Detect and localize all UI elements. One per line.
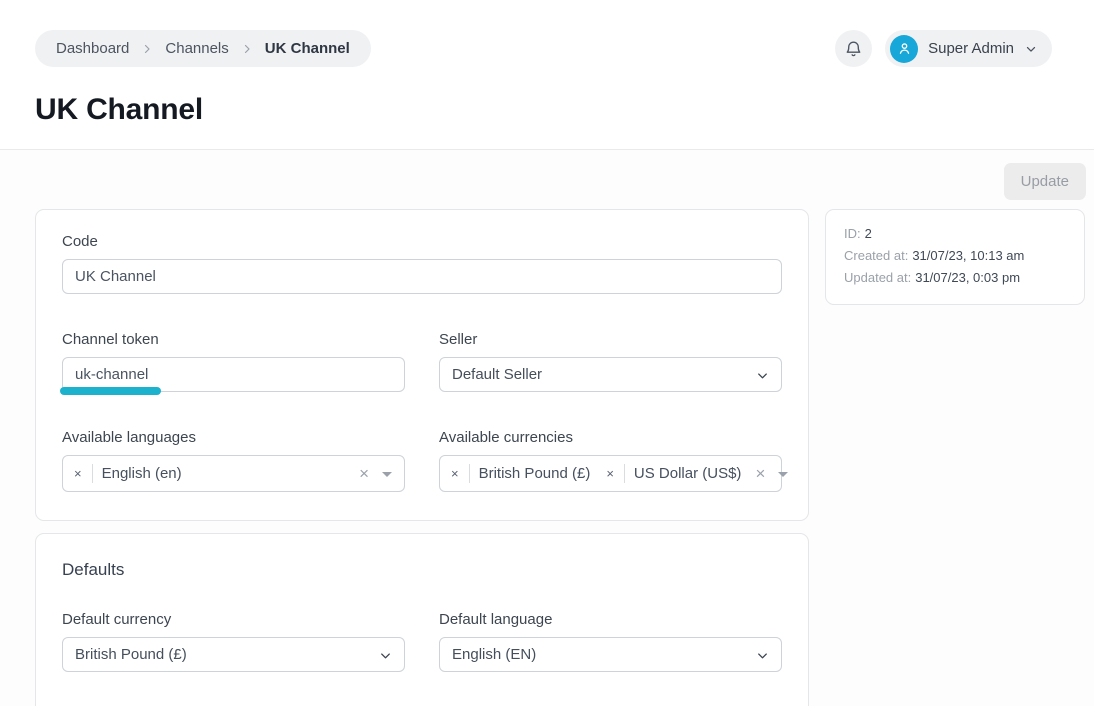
clear-all-button[interactable]: × [755,465,765,482]
seller-field: Seller Default Seller [439,331,782,392]
chip-label: US Dollar (US$) [634,465,742,482]
chip-divider [92,464,93,483]
default-currency-select[interactable]: British Pound (£) [62,637,405,672]
chevron-right-icon [241,43,253,55]
default-currency-label: Default currency [62,611,405,628]
detail-layout: Code Channel token Seller [0,200,1094,706]
token-seller-row: Channel token Seller Default Seller [62,331,782,392]
channel-form-card: Code Channel token Seller [35,209,809,521]
seller-select[interactable]: Default Seller [439,357,782,392]
main-column: Code Channel token Seller [35,209,809,706]
channel-token-field: Channel token [62,331,405,392]
topbar-actions: Super Admin [835,30,1052,67]
meta-created-value: 31/07/23, 10:13 am [912,248,1024,263]
content-area: Update Code Channel token [0,150,1094,706]
chevron-down-icon [1024,42,1038,56]
languages-label: Available languages [62,429,405,446]
meta-id: ID: 2 [844,223,1066,245]
breadcrumb-dashboard[interactable]: Dashboard [56,40,129,57]
languages-multiselect[interactable]: × English (en) × [62,455,405,492]
chip-remove-button[interactable]: × [604,467,616,480]
language-chip: × English (en) [72,464,182,483]
channel-detail-page: Dashboard Channels UK Channel [0,0,1094,706]
page-title: UK Channel [35,93,1094,127]
meta-updated-label: Updated at: [844,270,911,285]
defaults-card: Defaults Default currency British Pound … [35,533,809,706]
languages-field: Available languages × English (en) × [62,429,405,492]
topbar: Dashboard Channels UK Channel [0,0,1094,67]
header: Dashboard Channels UK Channel [0,0,1094,150]
meta-updated: Updated at: 31/07/23, 0:03 pm [844,267,1066,289]
currencies-field: Available currencies × British Pound (£)… [439,429,782,492]
bell-icon [844,39,863,58]
avatar [890,35,918,63]
defaults-heading: Defaults [62,560,782,580]
user-menu-button[interactable]: Super Admin [885,30,1052,67]
default-language-label: Default language [439,611,782,628]
chip-remove-button[interactable]: × [72,467,84,480]
chevron-right-icon [141,43,153,55]
channel-token-label: Channel token [62,331,405,348]
code-input[interactable] [62,259,782,294]
chip-divider [469,464,470,483]
user-name: Super Admin [928,40,1014,57]
notifications-button[interactable] [835,30,872,67]
clear-all-button[interactable]: × [359,465,369,482]
entity-meta-card: ID: 2 Created at: 31/07/23, 10:13 am Updat… [825,209,1085,305]
meta-created: Created at: 31/07/23, 10:13 am [844,245,1066,267]
default-language-field: Default language English (EN) [439,611,782,672]
actions-bar: Update [0,150,1094,200]
update-button[interactable]: Update [1004,163,1086,200]
meta-created-label: Created at: [844,248,908,263]
breadcrumb: Dashboard Channels UK Channel [35,30,371,67]
currency-chip: × British Pound (£) [449,464,590,483]
person-icon [896,40,913,57]
currencies-multiselect[interactable]: × British Pound (£) × US Dollar (US$) [439,455,782,492]
chip-divider [624,464,625,483]
default-currency-field: Default currency British Pound (£) [62,611,405,672]
code-label: Code [62,233,782,250]
seller-label: Seller [439,331,782,348]
currency-chip: × US Dollar (US$) [604,464,741,483]
meta-id-label: ID: [844,226,861,241]
breadcrumb-current: UK Channel [265,40,350,57]
meta-id-value: 2 [865,226,872,241]
chip-remove-button[interactable]: × [449,467,461,480]
languages-currencies-row: Available languages × English (en) × [62,429,782,492]
default-language-select[interactable]: English (EN) [439,637,782,672]
chip-label: British Pound (£) [479,465,591,482]
defaults-row: Default currency British Pound (£) [62,611,782,672]
meta-updated-value: 31/07/23, 0:03 pm [915,270,1020,285]
currencies-label: Available currencies [439,429,782,446]
breadcrumb-channels[interactable]: Channels [165,40,228,57]
chip-label: English (en) [102,465,182,482]
dropdown-caret-icon [382,472,392,477]
token-highlight-bar [60,387,161,395]
dropdown-caret-icon [778,472,788,477]
code-field: Code [62,233,782,294]
